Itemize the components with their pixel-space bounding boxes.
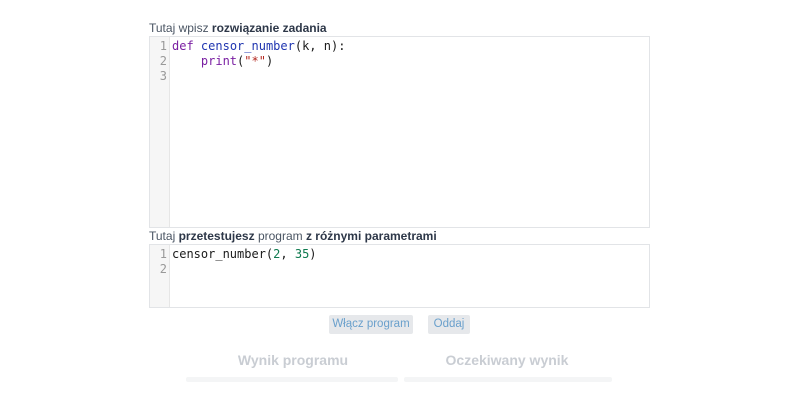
test-label-part2: program	[254, 229, 306, 243]
expected-output-heading: Oczekiwany wynik	[445, 352, 569, 368]
test-label-bold1: przetestujesz	[178, 229, 255, 243]
test-code-editor[interactable]: 12 censor_number(2, 35)	[149, 244, 650, 308]
test-label: Tutaj przetestujesz program z różnymi pa…	[149, 229, 437, 243]
line-number: 1	[159, 39, 167, 53]
solution-label-prefix: Tutaj wpisz	[149, 21, 212, 35]
code-token: def	[172, 39, 194, 53]
code-token: ,	[280, 247, 295, 261]
code-token: )	[309, 247, 317, 261]
line-number: 2	[159, 54, 167, 68]
line-number: 3	[159, 69, 167, 83]
line-number-gutter: 12	[150, 245, 170, 307]
line-number: 1	[159, 247, 167, 261]
code-area[interactable]: def censor_number(k, n): print("*")	[172, 39, 645, 84]
program-output-panel	[186, 377, 398, 382]
test-label-bold2: z różnymi parametrami	[305, 229, 437, 243]
solution-label: Tutaj wpisz rozwiązanie zadania	[149, 21, 327, 35]
task-page: Tutaj wpisz rozwiązanie zadania 123 def …	[0, 0, 800, 400]
code-token: censor_number(	[172, 247, 274, 261]
code-token: (k, n):	[294, 39, 346, 53]
code-area[interactable]: censor_number(2, 35)	[172, 247, 645, 277]
code-line: print("*")	[172, 54, 645, 69]
submit-button[interactable]: Oddaj	[428, 315, 470, 334]
run-program-button[interactable]: Włącz program	[329, 315, 413, 334]
expected-output-panel	[404, 377, 612, 382]
test-label-part1: Tutaj	[149, 229, 179, 243]
code-token: 35	[294, 247, 310, 261]
code-token: )	[265, 54, 274, 68]
solution-code-editor[interactable]: 123 def censor_number(k, n): print("*")	[149, 36, 650, 228]
solution-label-bold: rozwiązanie zadania	[211, 21, 327, 35]
code-line: censor_number(2, 35)	[172, 247, 645, 262]
code-line: def censor_number(k, n):	[172, 39, 645, 54]
program-output-heading: Wynik programu	[237, 352, 349, 368]
line-number: 2	[159, 262, 167, 276]
code-token: "*"	[244, 54, 266, 68]
line-number-gutter: 123	[150, 37, 170, 227]
code-token: print	[200, 54, 238, 68]
code-token: censor_number	[200, 39, 295, 53]
